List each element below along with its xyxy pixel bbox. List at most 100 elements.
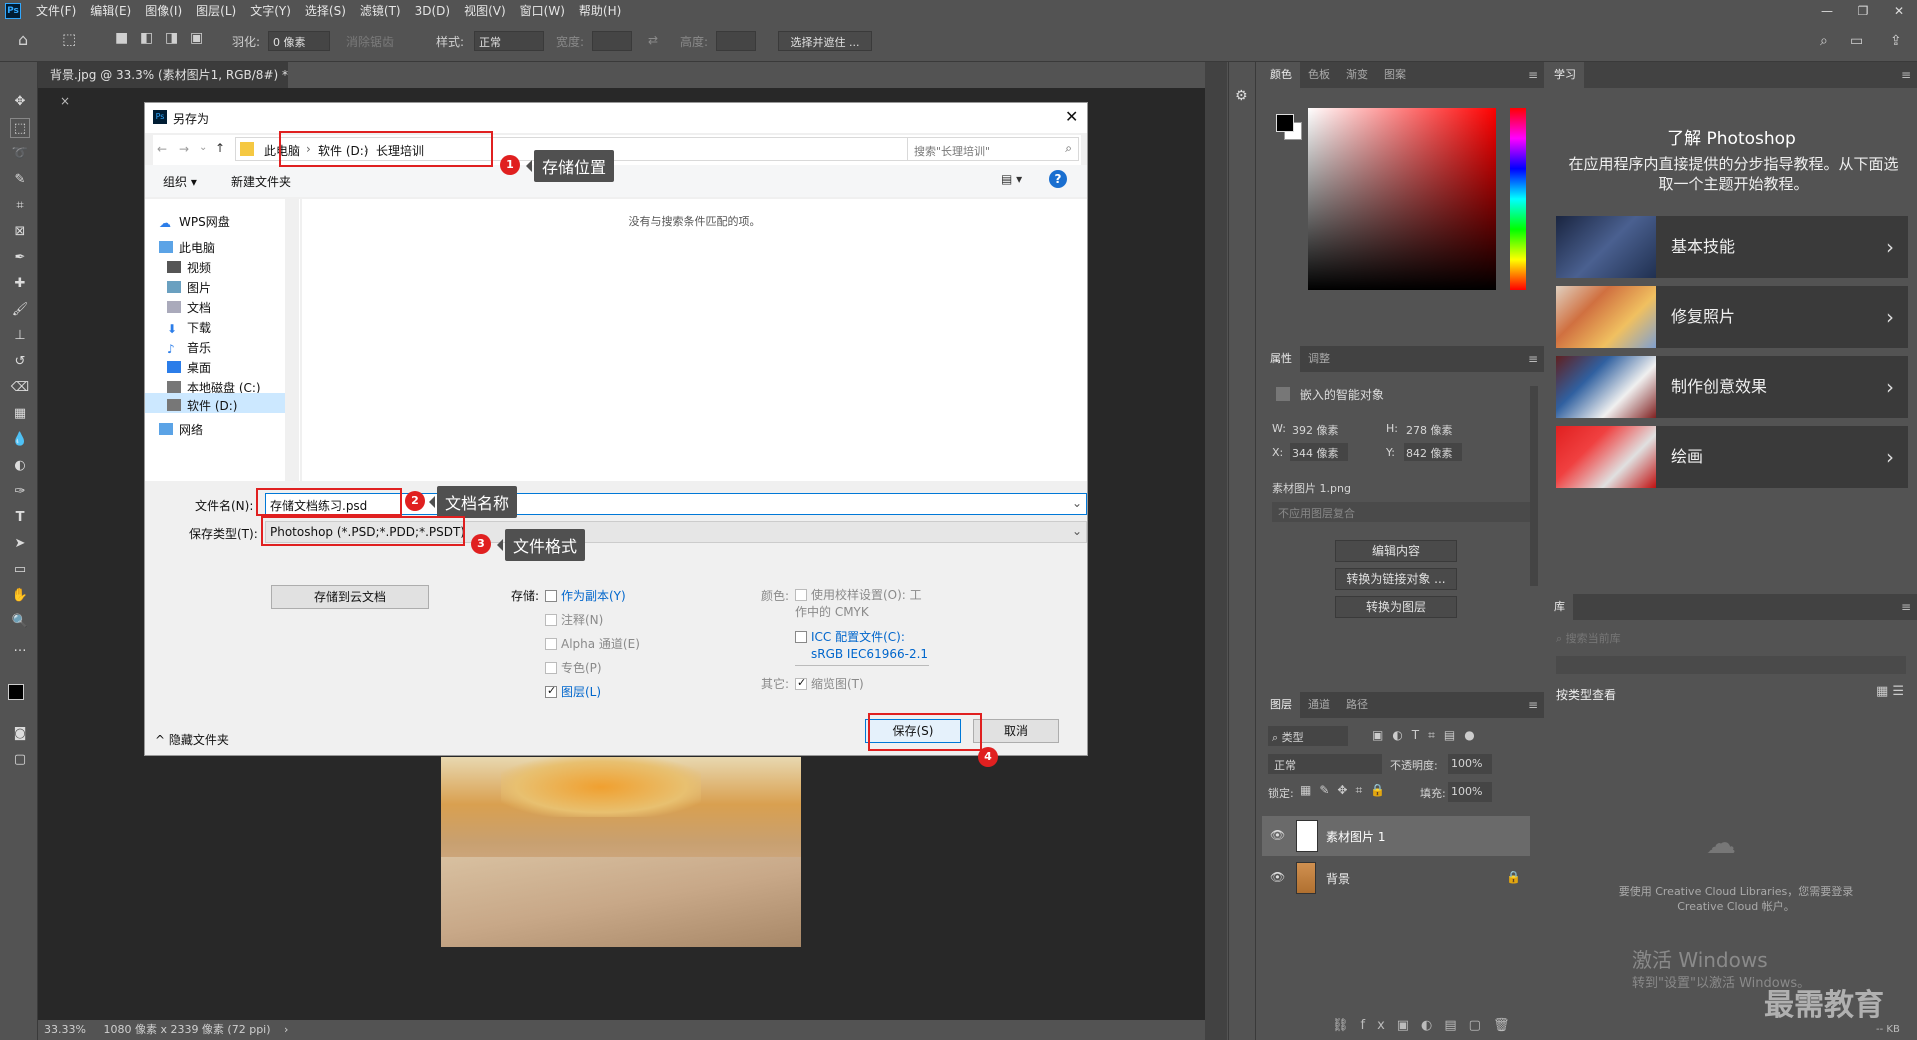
as-copy-checkbox[interactable]: 作为副本(Y) xyxy=(545,587,626,604)
nav-scrollbar[interactable] xyxy=(285,199,299,481)
panel-menu-icon[interactable]: ≡ xyxy=(1901,600,1911,614)
tab-paths[interactable]: 路径 xyxy=(1338,692,1376,718)
menu-3d[interactable]: 3D(D) xyxy=(408,0,457,22)
menu-select[interactable]: 选择(S) xyxy=(298,0,353,22)
restore-icon[interactable]: ❐ xyxy=(1845,0,1881,22)
menu-help[interactable]: 帮助(H) xyxy=(572,0,628,22)
tab-adjustments[interactable]: 调整 xyxy=(1300,346,1338,372)
opacity-input[interactable]: 100% xyxy=(1448,754,1492,774)
height-input[interactable] xyxy=(716,31,756,51)
dodge-icon[interactable]: ◐ xyxy=(10,456,30,476)
swap-icon[interactable]: ⇄ xyxy=(648,33,658,47)
hand-icon[interactable]: ✋ xyxy=(10,586,30,606)
feather-input[interactable]: 0 像素 xyxy=(268,31,330,51)
thumbnail-checkbox[interactable]: 缩览图(T) xyxy=(795,675,864,692)
menu-filter[interactable]: 滤镜(T) xyxy=(353,0,408,22)
history-panel-icon[interactable]: ⚙ xyxy=(1235,88,1248,104)
tab-libraries[interactable]: 库 xyxy=(1546,594,1573,620)
rectangle-tool-icon[interactable]: ▭ xyxy=(10,560,30,580)
tab-swatches[interactable]: 色板 xyxy=(1300,62,1338,88)
organize-button[interactable]: 组织 ▾ xyxy=(163,173,197,190)
filetype-dropdown-icon[interactable]: ⌄ xyxy=(1072,524,1082,538)
tab-patterns[interactable]: 图案 xyxy=(1376,62,1414,88)
tab-channels[interactable]: 通道 xyxy=(1300,692,1338,718)
panel-menu-icon[interactable]: ≡ xyxy=(1528,68,1538,82)
cancel-button[interactable]: 取消 xyxy=(973,719,1059,743)
quick-select-icon[interactable]: ✎ xyxy=(10,170,30,190)
stamp-icon[interactable]: ⊥ xyxy=(10,326,30,346)
blur-icon[interactable]: 💧 xyxy=(10,430,30,450)
layer-actions-bar[interactable]: ⛓fx▣◐▤▢🗑 xyxy=(1332,1018,1521,1033)
add-selection-icon[interactable]: ◧ xyxy=(140,30,153,46)
intersect-selection-icon[interactable]: ▣ xyxy=(190,30,203,46)
convert-linked-button[interactable]: 转换为链接对象 ... xyxy=(1335,568,1457,590)
layer-filter-select[interactable]: ⌕ 类型 xyxy=(1268,726,1348,746)
antialias-checkbox[interactable]: 消除锯齿 xyxy=(346,33,394,50)
recent-dropdown-icon[interactable]: ⌄ xyxy=(199,142,207,153)
layer-comp-select[interactable]: 不应用图层复合 xyxy=(1272,502,1534,522)
width-input[interactable] xyxy=(592,31,632,51)
nav-item-wps[interactable]: ☁ WPS网盘 xyxy=(159,213,230,230)
menu-edit[interactable]: 编辑(E) xyxy=(83,0,138,22)
canvas-scrollbar[interactable] xyxy=(1205,62,1227,1040)
eyedropper-icon[interactable]: ✒ xyxy=(10,248,30,268)
view-options-icon[interactable]: ▤ ▾ xyxy=(1001,172,1022,186)
minimize-icon[interactable]: — xyxy=(1809,0,1845,22)
layer-filter-icons[interactable]: ▣◐T⌗▤● xyxy=(1372,728,1484,743)
healing-brush-icon[interactable]: ✚ xyxy=(10,274,30,294)
history-brush-icon[interactable]: ↺ xyxy=(10,352,30,372)
convert-layer-button[interactable]: 转换为图层 xyxy=(1335,596,1457,618)
foreground-color-swatch[interactable] xyxy=(8,684,24,700)
learn-item-basics[interactable]: 基本技能 › xyxy=(1556,216,1908,278)
nav-item-drive-d[interactable]: 软件 (D:) xyxy=(167,397,237,414)
nav-item-pictures[interactable]: 图片 xyxy=(167,279,211,296)
visibility-eye-icon[interactable]: 👁 xyxy=(1270,870,1285,884)
status-arrow-icon[interactable]: › xyxy=(284,1023,288,1036)
screen-mode-icon[interactable]: ▢ xyxy=(10,750,30,770)
nav-item-desktop[interactable]: 桌面 xyxy=(167,359,211,376)
up-arrow-icon[interactable]: ↑ xyxy=(215,141,225,155)
new-folder-button[interactable]: 新建文件夹 xyxy=(231,173,291,190)
library-select[interactable] xyxy=(1556,656,1906,674)
layer-name[interactable]: 素材图片 1 xyxy=(1326,828,1385,845)
frame-icon[interactable]: ⊠ xyxy=(10,222,30,242)
nav-item-network[interactable]: 网络 xyxy=(159,421,203,438)
view-by-type[interactable]: 按类型查看 xyxy=(1556,686,1616,703)
save-to-cloud-button[interactable]: 存储到云文档 xyxy=(271,585,429,609)
nav-item-downloads[interactable]: ⬇ 下载 xyxy=(167,319,211,336)
layer-row[interactable]: 👁 背景 🔒 xyxy=(1262,858,1530,898)
subtract-selection-icon[interactable]: ◨ xyxy=(165,30,178,46)
menu-image[interactable]: 图像(I) xyxy=(138,0,189,22)
icc-profile-checkbox[interactable]: ICC 配置文件(C): sRGB IEC61966-2.1 xyxy=(795,629,928,663)
nav-item-documents[interactable]: 文档 xyxy=(167,299,211,316)
close-window-icon[interactable]: ✕ xyxy=(1881,0,1917,22)
tab-gradients[interactable]: 渐变 xyxy=(1338,62,1376,88)
help-icon[interactable]: ? xyxy=(1049,170,1067,188)
move-tool-icon[interactable]: ✥ xyxy=(10,92,30,112)
menu-view[interactable]: 视图(V) xyxy=(457,0,513,22)
proof-setup-checkbox[interactable]: 使用校样设置(O): 工作中的 CMYK xyxy=(795,587,925,621)
notes-checkbox[interactable]: 注释(N) xyxy=(545,611,603,628)
visibility-eye-icon[interactable]: 👁 xyxy=(1270,828,1285,842)
layers-checkbox[interactable]: 图层(L) xyxy=(545,683,601,700)
menu-window[interactable]: 窗口(W) xyxy=(513,0,572,22)
layer-row[interactable]: 👁 素材图片 1 xyxy=(1262,816,1530,856)
brush-icon[interactable]: 🖌 xyxy=(10,300,30,320)
learn-item-creative-effects[interactable]: 制作创意效果 › xyxy=(1556,356,1908,418)
document-tab[interactable]: 背景.jpg @ 33.3% (素材图片1, RGB/8#) * × xyxy=(38,62,288,108)
filename-dropdown-icon[interactable]: ⌄ xyxy=(1072,496,1082,510)
panel-menu-icon[interactable]: ≡ xyxy=(1528,698,1538,712)
properties-scrollbar[interactable] xyxy=(1530,386,1538,586)
lasso-icon[interactable]: ➰ xyxy=(10,144,30,164)
marquee-tool-icon[interactable]: ⬚ xyxy=(62,30,76,48)
blend-mode-select[interactable]: 正常 xyxy=(1268,754,1382,774)
grid-view-icon[interactable]: ▦ ☰ xyxy=(1876,684,1904,699)
fill-input[interactable]: 100% xyxy=(1448,782,1492,802)
alpha-channels-checkbox[interactable]: Alpha 通道(E) xyxy=(545,635,640,652)
menu-layer[interactable]: 图层(L) xyxy=(189,0,243,22)
nav-item-this-pc[interactable]: 此电脑 xyxy=(159,239,215,256)
workspace-icon[interactable]: ▭ xyxy=(1850,33,1863,49)
spot-colors-checkbox[interactable]: 专色(P) xyxy=(545,659,602,676)
status-zoom[interactable]: 33.33% xyxy=(44,1023,86,1036)
color-field[interactable] xyxy=(1308,108,1496,290)
